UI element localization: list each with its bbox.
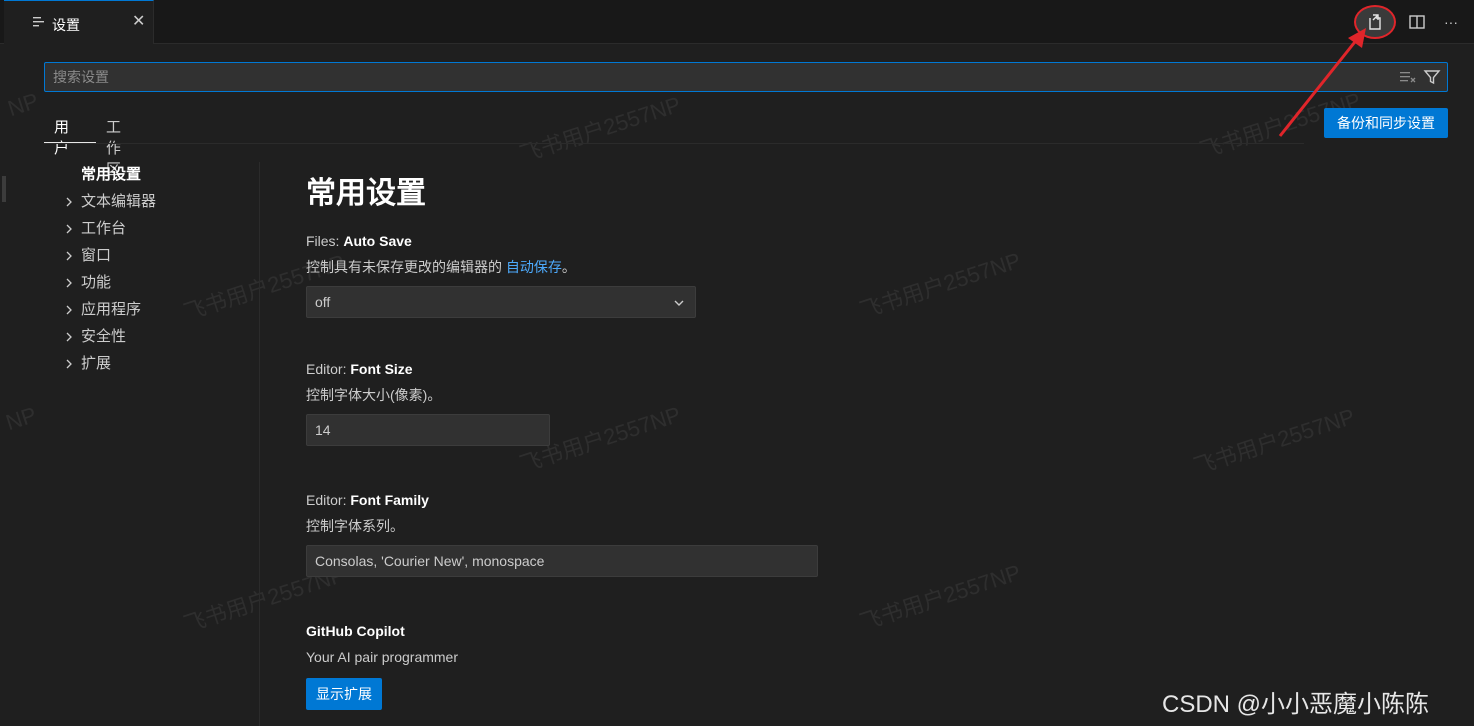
font-family-input[interactable]	[306, 545, 818, 577]
description-text: 控制具有未保存更改的编辑器的	[306, 259, 506, 275]
toc-item-common[interactable]: 常用设置	[60, 164, 260, 191]
tab-settings-label: 设置	[52, 17, 80, 33]
setting-category: Files:	[306, 233, 344, 249]
split-editor-icon	[1409, 15, 1425, 29]
setting-description: Your AI pair programmer	[306, 649, 458, 665]
chevron-right-icon	[66, 305, 72, 315]
setting-font-family: Editor: Font Family 控制字体系列。	[306, 491, 818, 577]
toc-divider	[259, 162, 260, 726]
section-title: 常用设置	[306, 177, 426, 210]
setting-name: Auto Save	[343, 233, 412, 249]
setting-title: Files: Auto Save	[306, 232, 696, 250]
setting-name: Font Size	[350, 361, 413, 377]
auto-save-link[interactable]: 自动保存	[506, 259, 562, 275]
toc-item-text-editor[interactable]: 文本编辑器	[60, 191, 260, 218]
credit-watermark: CSDN @小小恶魔小陈陈	[1162, 691, 1430, 718]
toc-item-label: 扩展	[81, 355, 112, 372]
font-size-input[interactable]	[306, 414, 550, 446]
setting-description: 控制字体系列。	[306, 518, 404, 534]
toc-item-security[interactable]: 安全性	[60, 326, 260, 353]
toc-item-window[interactable]: 窗口	[60, 245, 260, 272]
setting-auto-save: Files: Auto Save 控制具有未保存更改的编辑器的 自动保存。 of…	[306, 232, 696, 318]
watermark: 飞书用户2557NP	[856, 247, 1024, 324]
show-extension-button[interactable]: 显示扩展	[306, 678, 382, 710]
settings-search-box	[44, 62, 1448, 92]
more-icon: ···	[1444, 14, 1458, 30]
scrollbar[interactable]	[2, 176, 6, 202]
chevron-right-icon	[66, 278, 72, 288]
watermark: NP	[4, 87, 42, 122]
settings-toc: 常用设置 文本编辑器 工作台 窗口 功能 应用程序 安全性 扩展	[60, 164, 260, 380]
chevron-down-icon	[674, 300, 684, 306]
toc-item-features[interactable]: 功能	[60, 272, 260, 299]
chevron-right-icon	[66, 251, 72, 261]
editor-tab-bar: 设置 ✕ ···	[0, 0, 1474, 44]
tab-settings[interactable]: 设置 ✕	[4, 0, 154, 44]
clear-filter-icon[interactable]	[1399, 69, 1417, 85]
toc-item-application[interactable]: 应用程序	[60, 299, 260, 326]
setting-copilot: GitHub Copilot Your AI pair programmer 显…	[306, 622, 458, 710]
watermark: 飞书用户2557NP	[516, 91, 684, 168]
setting-title: GitHub Copilot	[306, 622, 458, 640]
chevron-right-icon	[66, 359, 72, 369]
description-text: 。	[561, 259, 576, 275]
watermark: 飞书用户2557NP	[1190, 403, 1358, 480]
toc-item-workbench[interactable]: 工作台	[60, 218, 260, 245]
watermark: NP	[2, 401, 40, 436]
setting-description: 控制具有未保存更改的编辑器的 自动保存。	[306, 258, 696, 276]
toc-item-label: 应用程序	[81, 301, 142, 318]
setting-category: Editor:	[306, 361, 351, 377]
more-actions-button[interactable]: ···	[1438, 9, 1464, 35]
toc-item-label: 安全性	[81, 328, 127, 345]
backup-sync-button[interactable]: 备份和同步设置	[1324, 108, 1448, 138]
chevron-right-icon	[66, 332, 72, 342]
setting-title: Editor: Font Size	[306, 360, 550, 378]
filter-icon[interactable]	[1423, 68, 1441, 86]
settings-list-icon	[33, 17, 44, 27]
setting-name: Font Family	[350, 492, 429, 508]
toc-item-label: 窗口	[81, 247, 112, 264]
toc-item-label: 文本编辑器	[81, 193, 157, 210]
open-settings-json-button[interactable]	[1354, 5, 1396, 39]
setting-category: Editor:	[306, 492, 351, 508]
setting-description: 控制字体大小(像素)。	[306, 387, 442, 403]
toc-item-extensions[interactable]: 扩展	[60, 353, 260, 380]
open-settings-json-icon	[1369, 14, 1381, 30]
select-value: off	[315, 294, 331, 310]
split-editor-button[interactable]	[1404, 9, 1430, 35]
setting-font-size: Editor: Font Size 控制字体大小(像素)。	[306, 360, 550, 446]
toc-item-label: 工作台	[81, 220, 127, 237]
chevron-right-icon	[66, 224, 72, 234]
auto-save-select[interactable]: off	[306, 286, 696, 318]
toc-item-label: 常用设置	[81, 166, 142, 183]
divider	[44, 143, 1304, 144]
setting-title: Editor: Font Family	[306, 491, 818, 509]
chevron-right-icon	[66, 197, 72, 207]
watermark: 飞书用户2557NP	[856, 559, 1024, 636]
search-input[interactable]	[45, 63, 1385, 91]
close-icon[interactable]: ✕	[132, 13, 145, 31]
setting-name: GitHub Copilot	[306, 623, 405, 639]
editor-actions: ···	[1354, 5, 1464, 39]
toc-item-label: 功能	[81, 274, 112, 291]
tab-user[interactable]: 用户	[54, 116, 69, 158]
